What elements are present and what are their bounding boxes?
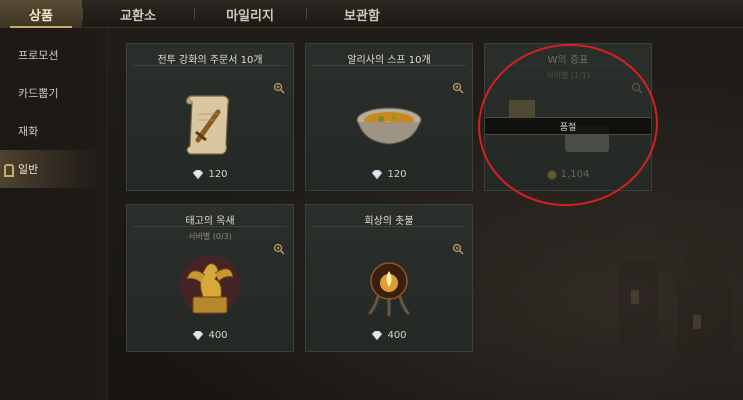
tab-exchange[interactable]: 교환소 (82, 0, 194, 28)
card-title: 전투 강화의 주문서 10개 (133, 44, 287, 66)
crystal-icon (372, 330, 383, 340)
product-card-alisa-soup[interactable]: 알리사의 스프 10개 120 (305, 43, 473, 191)
sidebar-item-label: 일반 (18, 163, 39, 176)
crystal-icon (193, 169, 204, 179)
product-card-memory-candle[interactable]: 회상의 촛불 400 (305, 204, 473, 352)
price-value: 120 (208, 169, 228, 180)
purchase-limit: 서버별 (0/3) (188, 232, 232, 241)
price: 120 (127, 169, 293, 180)
price: 400 (127, 330, 293, 341)
tab-mileage[interactable]: 마일리지 (194, 0, 306, 28)
sidebar-item-label: 카드뽑기 (18, 87, 59, 100)
price: 400 (306, 330, 472, 341)
tab-products[interactable]: 상품 (0, 0, 82, 28)
card-title: 태고의 옥새 (133, 205, 287, 227)
sidebar-item-promotion[interactable]: 프로모션 (0, 36, 107, 74)
crystal-icon (193, 330, 204, 340)
product-card-battle-scroll[interactable]: 전투 강화의 주문서 10개 120 (126, 43, 294, 191)
price-value: 400 (387, 330, 407, 341)
price-value: 400 (208, 330, 228, 341)
zoom-icon[interactable] (273, 243, 285, 255)
top-tab-bar: 상품 교환소 마일리지 보관함 (0, 0, 743, 28)
sidebar-item-card-draw[interactable]: 카드뽑기 (0, 74, 107, 112)
price-value: 120 (387, 169, 407, 180)
dragon-seal-icon (180, 255, 240, 315)
sidebar-item-currency[interactable]: 재화 (0, 112, 107, 150)
sidebar-item-label: 프로모션 (18, 49, 59, 62)
crystal-icon (372, 169, 383, 179)
tab-storage[interactable]: 보관함 (306, 0, 418, 28)
zoom-icon[interactable] (452, 243, 464, 255)
card-title: 회상의 촛불 (312, 205, 466, 227)
sidebar: 프로모션 카드뽑기 재화 일반 (0, 28, 108, 400)
candle-orb-icon (368, 262, 410, 317)
product-card-ancient-seal[interactable]: 태고의 옥새 서버별 (0/3) 400 (126, 204, 294, 352)
zoom-icon[interactable] (273, 82, 285, 94)
soup-bowl-icon (356, 107, 422, 145)
price: 120 (306, 169, 472, 180)
sidebar-item-label: 재화 (18, 125, 39, 138)
zoom-icon[interactable] (452, 82, 464, 94)
card-title: 알리사의 스프 10개 (312, 44, 466, 66)
scroll-icon (185, 95, 230, 155)
sidebar-item-general[interactable]: 일반 (0, 150, 107, 188)
